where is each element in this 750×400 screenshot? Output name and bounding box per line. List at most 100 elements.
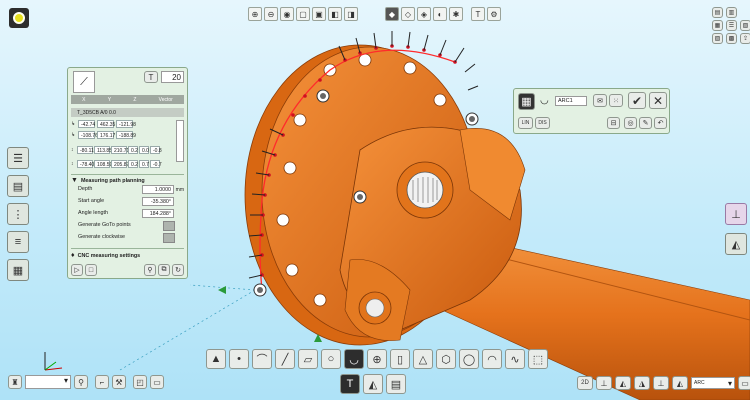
circle-icon[interactable]: ○ [321, 349, 341, 369]
grid-icon[interactable]: ▦ [712, 20, 723, 31]
sphere-icon[interactable]: ⊕ [367, 349, 387, 369]
axis-icon[interactable]: ⊥ [725, 203, 747, 225]
play-icon[interactable]: ▷ [71, 264, 83, 276]
feature-dropdown[interactable]: ARC ▾ [691, 377, 735, 389]
depth-input[interactable]: 1.0000 [142, 185, 174, 194]
sequence-icon[interactable]: ≡ [7, 231, 29, 253]
chart-icon[interactable]: ▩ [726, 33, 737, 44]
goto-points-checkbox[interactable] [163, 221, 175, 231]
export-icon[interactable]: ⇪ [740, 33, 750, 44]
probe-thumbnail-icon[interactable]: ⟋ [73, 71, 95, 93]
camera-icon[interactable]: ◰ [133, 375, 147, 389]
document-icon[interactable]: ▤ [386, 374, 406, 394]
refresh-icon[interactable]: ↻ [172, 264, 184, 276]
measure-alt-icon[interactable]: ◭ [672, 376, 688, 390]
report-icon[interactable]: ▦ [7, 259, 29, 281]
axis-alt-icon[interactable]: ⊥ [653, 376, 669, 390]
stop-icon[interactable]: □ [85, 264, 97, 276]
feature-list-icon[interactable]: ▤ [7, 175, 29, 197]
plane-curve-icon[interactable]: ⌒ [252, 349, 272, 369]
view-2d-button[interactable]: 2D [577, 376, 593, 390]
datum-icon[interactable]: ◮ [634, 376, 650, 390]
marker-icon[interactable] [353, 190, 367, 204]
collapse-icon[interactable]: ▭ [738, 376, 750, 390]
copy-icon[interactable]: ⧉ [158, 264, 170, 276]
target-icon[interactable]: ◎ [624, 117, 637, 129]
tree-icon[interactable]: ▨ [712, 33, 723, 44]
shaded-icon[interactable]: ◆ [385, 7, 399, 21]
polygon-icon[interactable]: ⬡ [436, 349, 456, 369]
measure-view-icon[interactable]: ◭ [725, 233, 747, 255]
app-logo-icon[interactable] [9, 8, 29, 28]
lin-button[interactable]: LIN [518, 117, 533, 129]
axis-icon[interactable]: ⊥ [596, 376, 612, 390]
point-icon[interactable]: • [229, 349, 249, 369]
line-icon[interactable]: ╱ [275, 349, 295, 369]
marker-icon[interactable] [253, 283, 267, 297]
probe-tool-icon[interactable]: T [144, 71, 158, 83]
free-surface-icon[interactable]: ◠ [482, 349, 502, 369]
coord-row[interactable]: ↕ -78.40 108.59 205.87 0.2 0.7 -0.7 [71, 160, 184, 168]
cnc-section-header[interactable]: ♦ CNC measuring settings [71, 248, 184, 259]
coord-row[interactable]: ↳ -42.74 462.35 -121.98 [71, 120, 184, 128]
cone-shape-icon[interactable]: △ [413, 349, 433, 369]
clockwise-checkbox[interactable] [163, 233, 175, 243]
group-icon[interactable]: ⬚ [528, 349, 548, 369]
tree-icon[interactable]: ⋮ [7, 203, 29, 225]
view-top-icon[interactable]: ▣ [312, 7, 326, 21]
tool-icon[interactable]: ⚒ [112, 375, 126, 389]
cylinder-icon[interactable]: ▯ [390, 349, 410, 369]
cancel-icon[interactable]: ✕ [649, 92, 667, 109]
marker-icon[interactable] [316, 89, 330, 103]
angle-length-input[interactable]: 184.288° [142, 209, 174, 218]
start-angle-input[interactable]: -35.380° [142, 197, 174, 206]
lock-icon[interactable]: ⊟ [607, 117, 620, 129]
path-name-row[interactable]: T_3D5CB A/0 0.0 [71, 108, 184, 117]
coord-row[interactable]: ↳ -108.76 176.17 -188.89 [71, 131, 184, 139]
confirm-icon[interactable]: ✔ [628, 92, 646, 109]
menu-icon[interactable]: ☰ [7, 147, 29, 169]
zoom-in-icon[interactable]: ⊕ [248, 7, 262, 21]
measure-icon[interactable]: ✱ [449, 7, 463, 21]
layout-icon[interactable]: ▤ [712, 7, 723, 18]
cone-icon[interactable]: ▲ [206, 349, 226, 369]
edit-icon[interactable]: ✎ [639, 117, 652, 129]
list-icon[interactable]: ☰ [726, 20, 737, 31]
robot-icon[interactable]: ♜ [8, 375, 22, 389]
probe-icon[interactable]: T [471, 7, 485, 21]
plane-icon[interactable]: ▱ [298, 349, 318, 369]
probe-mode-icon[interactable]: T [340, 374, 360, 394]
zoom-out-icon[interactable]: ⊖ [264, 7, 278, 21]
spline-icon[interactable]: ∿ [505, 349, 525, 369]
scrollbar[interactable] [176, 120, 184, 162]
undo-icon[interactable]: ↶ [654, 117, 667, 129]
tolerance-icon[interactable]: ◭ [615, 376, 631, 390]
marker-icon[interactable] [465, 112, 479, 126]
settings-icon[interactable]: ⚙ [487, 7, 501, 21]
measure-mode-icon[interactable]: ◭ [363, 374, 383, 394]
table-icon[interactable]: ▦ [518, 93, 535, 110]
section-icon[interactable]: ◐ [433, 7, 447, 21]
ring-icon[interactable]: ◯ [459, 349, 479, 369]
point-count-input[interactable]: 20 [161, 71, 184, 83]
dis-button[interactable]: DIS [535, 117, 550, 129]
coord-row[interactable]: ↕ -80.11 113.85 210.71 0.2 0.0 -0.8 [71, 146, 184, 154]
window-icon[interactable]: ▥ [726, 7, 737, 18]
comment-icon[interactable]: ✉ [593, 94, 607, 107]
doc-icon[interactable]: ▧ [740, 20, 750, 31]
feature-name-input[interactable]: ARC1 [555, 96, 587, 106]
view-iso-icon[interactable]: ◨ [344, 7, 358, 21]
fit-icon[interactable]: ◉ [280, 7, 294, 21]
machine-dropdown[interactable]: ▾ [25, 375, 71, 389]
section-header[interactable]: ▼ Measuring path planning [71, 174, 184, 184]
arc-icon[interactable]: ◡ [344, 349, 364, 369]
points-icon[interactable]: ⁙ [609, 94, 623, 107]
view-front-icon[interactable]: ▢ [296, 7, 310, 21]
wireframe-icon[interactable]: ◇ [401, 7, 415, 21]
step-icon[interactable]: ⌐ [95, 375, 109, 389]
view-side-icon[interactable]: ◧ [328, 7, 342, 21]
probe-run-icon[interactable]: ⚲ [144, 264, 156, 276]
hidden-icon[interactable]: ◈ [417, 7, 431, 21]
probe-icon[interactable]: ⚲ [74, 375, 88, 389]
square-icon[interactable]: ▭ [150, 375, 164, 389]
